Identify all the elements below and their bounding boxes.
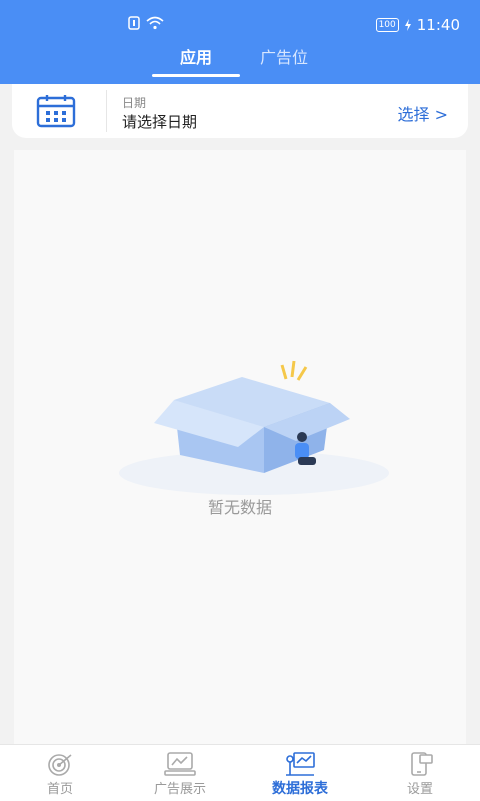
nav-item-settings[interactable]: 设置 bbox=[360, 745, 480, 801]
sim-icon bbox=[128, 16, 140, 30]
nav-label-data-report: 数据报表 bbox=[272, 781, 328, 797]
data-report-icon bbox=[286, 752, 315, 776]
divider bbox=[106, 90, 107, 132]
charging-icon bbox=[404, 19, 411, 31]
status-bar: 100 11:40 bbox=[0, 0, 480, 40]
select-date-button[interactable]: 选择 > bbox=[398, 101, 449, 125]
empty-message: 暂无数据 bbox=[207, 498, 272, 517]
tab-ad-slot[interactable]: 广告位 bbox=[240, 44, 328, 68]
ad-display-icon bbox=[164, 752, 196, 776]
home-radar-icon bbox=[48, 754, 72, 776]
battery-indicator: 100 bbox=[375, 18, 399, 32]
status-right: 100 11:40 bbox=[375, 16, 460, 34]
active-tab-indicator bbox=[152, 74, 240, 77]
status-left bbox=[128, 16, 164, 30]
top-tabs: 应用 广告位 bbox=[0, 40, 480, 84]
app-header: 100 11:40 应用 广告位 bbox=[0, 0, 480, 84]
nav-label-settings: 设置 bbox=[406, 782, 433, 797]
date-label: 日期 bbox=[122, 96, 147, 110]
nav-item-ad-display[interactable]: 广告展示 bbox=[120, 745, 240, 801]
report-content: 暂无数据 bbox=[14, 150, 466, 744]
wifi-icon bbox=[146, 16, 164, 30]
tab-app[interactable]: 应用 bbox=[152, 44, 240, 68]
nav-item-data-report[interactable]: 数据报表 bbox=[240, 745, 360, 801]
date-filter-card[interactable]: 日期 请选择日期 选择 > bbox=[12, 84, 468, 138]
nav-label-ad-display: 广告展示 bbox=[153, 782, 206, 797]
nav-label-home: 首页 bbox=[46, 782, 73, 797]
settings-phone-icon bbox=[411, 752, 433, 776]
clock: 11:40 bbox=[416, 16, 460, 34]
nav-item-home[interactable]: 首页 bbox=[0, 745, 120, 801]
calendar-icon bbox=[36, 95, 76, 128]
empty-box-illustration bbox=[119, 360, 389, 495]
date-placeholder: 请选择日期 bbox=[122, 113, 198, 131]
bottom-nav: 首页 广告展示 数据报表 设置 bbox=[0, 744, 480, 801]
